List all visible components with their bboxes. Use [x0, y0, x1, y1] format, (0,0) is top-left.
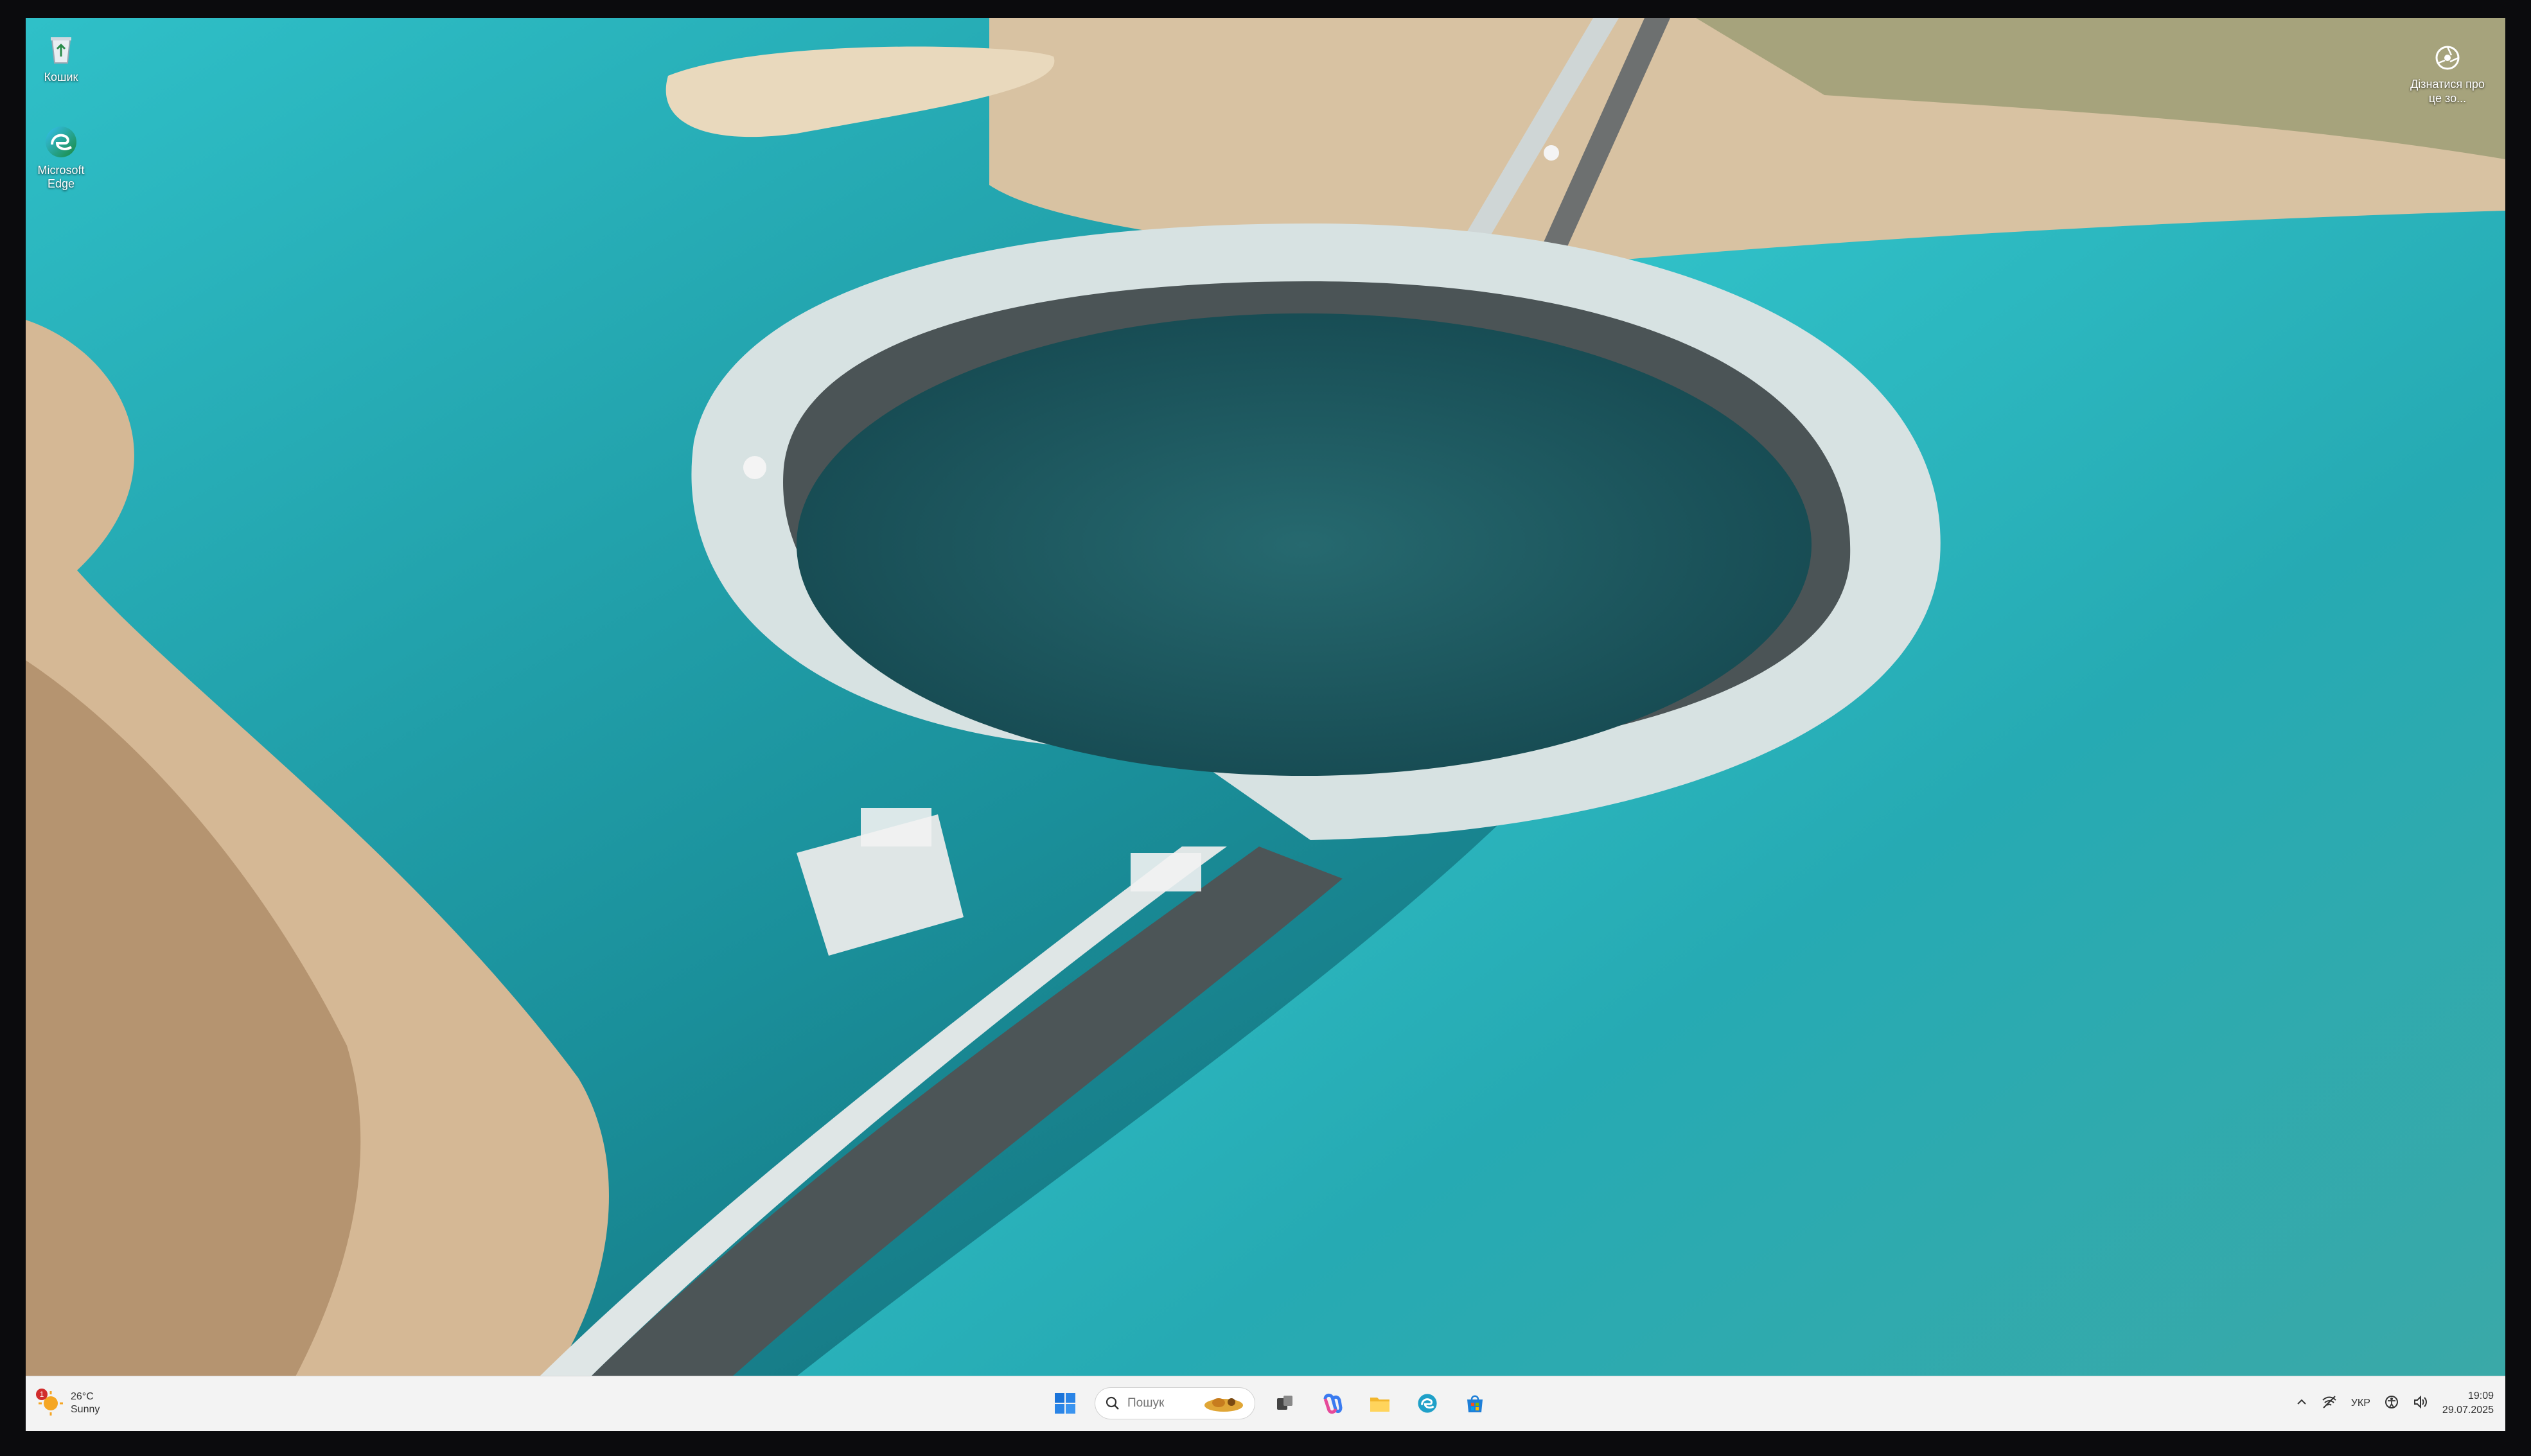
- desktop-icon-recycle-bin[interactable]: Кошик: [26, 31, 96, 84]
- file-explorer-button[interactable]: [1362, 1385, 1398, 1421]
- edge-icon: [1418, 1394, 1437, 1413]
- network-off-icon[interactable]: [2322, 1394, 2337, 1413]
- taskbar-search[interactable]: [1095, 1387, 1255, 1419]
- task-view-button[interactable]: [1267, 1385, 1303, 1421]
- learn-about-picture-widget[interactable]: Дізнатися про це зо...: [2409, 44, 2486, 105]
- start-button[interactable]: [1047, 1385, 1083, 1421]
- desktop-wallpaper: [26, 18, 2505, 1376]
- search-highlight-icon: [1204, 1398, 1243, 1412]
- weather-temperature: 26°C: [71, 1391, 94, 1402]
- taskbar: 1 26°C Sunny Пошук УКР 19:09 29.07.2025: [26, 1376, 2505, 1431]
- clock-time: 19:09: [2467, 1390, 2494, 1401]
- clock-date: 29.07.2025: [2442, 1405, 2494, 1416]
- input-language[interactable]: УКР: [2351, 1398, 2370, 1409]
- sunny-icon: 1: [36, 1389, 64, 1417]
- desktop-icon-label: Microsoft Edge: [37, 164, 85, 190]
- notification-badge: 1: [36, 1389, 48, 1400]
- file-explorer-icon: [1370, 1398, 1389, 1412]
- search-icon: [1106, 1396, 1119, 1410]
- show-hidden-icons-chevron-icon[interactable]: [2296, 1396, 2307, 1411]
- lens-icon: [2433, 44, 2462, 72]
- store-button[interactable]: [1457, 1385, 1493, 1421]
- system-tray: УКР 19:09 29.07.2025: [2296, 1383, 2494, 1424]
- task-view-icon: [1277, 1396, 1292, 1410]
- start-icon: [1055, 1393, 1075, 1414]
- weather-condition: Sunny: [71, 1404, 100, 1415]
- edge-icon: [43, 124, 79, 160]
- volume-icon[interactable]: [2413, 1394, 2428, 1413]
- desktop-icon-edge[interactable]: Microsoft Edge: [26, 124, 96, 191]
- copilot-icon: [1323, 1393, 1343, 1414]
- edge-taskbar-button[interactable]: [1409, 1385, 1445, 1421]
- learn-about-picture-label: Дізнатися про це зо...: [2410, 78, 2485, 105]
- copilot-button[interactable]: [1314, 1385, 1350, 1421]
- desktop-screen: Кошик Microsoft Edge Дізнатися про це зо…: [26, 18, 2505, 1431]
- recycle-bin-icon: [43, 31, 79, 67]
- weather-widget[interactable]: 1 26°C Sunny: [36, 1384, 179, 1423]
- desktop-icon-label: Кошик: [44, 71, 78, 83]
- clock[interactable]: 19:09 29.07.2025: [2442, 1389, 2494, 1417]
- accessibility-icon[interactable]: [2385, 1395, 2399, 1412]
- store-icon: [1467, 1395, 1483, 1412]
- taskbar-center: [1047, 1383, 1493, 1424]
